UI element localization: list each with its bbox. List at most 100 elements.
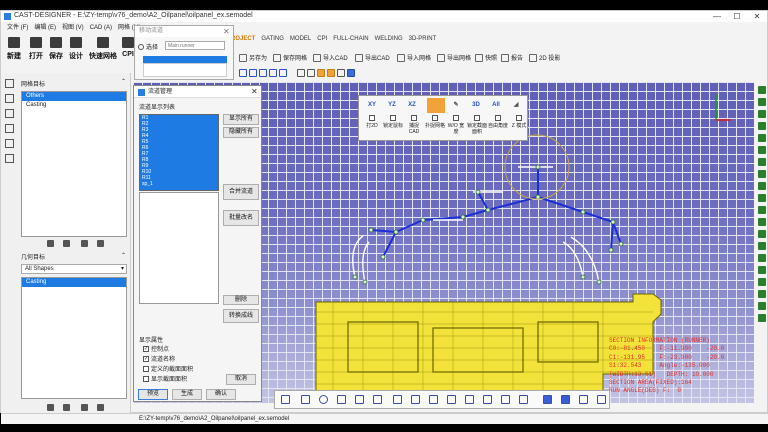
view-all-button[interactable]: All [487, 98, 505, 113]
tab-model[interactable]: MODEL [290, 36, 311, 42]
defined-area-checkbox[interactable]: 定义的截面面积 [143, 364, 193, 373]
move-point-icon[interactable] [393, 395, 402, 404]
tab-welding[interactable]: WELDING [375, 36, 403, 42]
layer-icon[interactable] [758, 122, 766, 130]
table-icon[interactable] [5, 109, 14, 118]
option-z-mode-checkbox[interactable] [516, 115, 522, 121]
runner-name-checkbox[interactable]: ✓ 流道名称 [143, 354, 175, 363]
save-as-button[interactable]: 另存为 [239, 53, 267, 63]
help-icon[interactable] [597, 395, 606, 404]
2d-projection-button[interactable]: 2D 投影 [529, 53, 560, 63]
tab-gating[interactable]: GATING [261, 36, 284, 42]
layer-icon[interactable] [758, 182, 766, 190]
curve-icon[interactable] [355, 395, 364, 404]
menu-file[interactable]: 文件 (F) [7, 23, 28, 33]
geo-copy-icon[interactable] [81, 404, 88, 411]
grid-icon[interactable] [5, 124, 14, 133]
option-snap-mesh-checkbox[interactable] [432, 115, 438, 121]
geometry-collapse-icon[interactable]: ⌃ [121, 252, 126, 259]
section-icon[interactable] [465, 395, 474, 404]
layer-icon[interactable] [758, 146, 766, 154]
load-runner-icon[interactable] [561, 395, 570, 404]
layer-icon[interactable] [758, 194, 766, 202]
runner-name-input[interactable] [165, 41, 225, 50]
confirm-button[interactable]: 确认 [206, 389, 236, 400]
save-mesh-button[interactable]: 保存网格 [273, 53, 307, 63]
zoom-active-icon[interactable] [316, 69, 325, 77]
select-radio[interactable]: 选择 [138, 42, 158, 51]
settings-runner-icon[interactable] [579, 395, 588, 404]
menu-edit[interactable]: 编辑 (E) [34, 23, 56, 33]
delete-button[interactable]: 删除 [223, 295, 259, 305]
preview-button[interactable]: 预览 [138, 389, 168, 400]
layer-icon[interactable] [758, 278, 766, 286]
merge-runners-button[interactable]: 合并流道 [223, 184, 259, 200]
list-item[interactable]: Casting [22, 101, 126, 110]
layer-icon[interactable] [758, 266, 766, 274]
mirror-icon[interactable] [447, 395, 456, 404]
control-points-checkbox[interactable]: ✓ 控制点 [143, 344, 169, 353]
hide-all-button[interactable]: 隐藏所有 [223, 127, 259, 138]
close-button[interactable]: ✕ [747, 11, 767, 22]
view-xy-button[interactable]: XY [363, 98, 381, 113]
show-all-button[interactable]: 显示所有 [223, 114, 259, 125]
view-side-icon[interactable] [249, 69, 257, 77]
snapshot-button[interactable]: 快照 [475, 53, 497, 63]
minimize-button[interactable]: — [707, 11, 727, 22]
layer-icon[interactable] [758, 302, 766, 310]
layer-icon[interactable] [758, 314, 766, 322]
view-rotate-icon[interactable] [269, 69, 277, 77]
shape-filter-select[interactable]: All Shapes ▾ [21, 264, 127, 274]
rotate-tool-icon[interactable]: ✎ [447, 98, 465, 113]
view-iso-icon[interactable] [259, 69, 267, 77]
branch-icon[interactable] [373, 395, 382, 404]
export-mesh-button[interactable]: 导出网格 [437, 53, 471, 63]
save-button[interactable]: 保存 [47, 37, 65, 61]
option-snap-cad-checkbox[interactable] [411, 115, 417, 121]
tab-3d-print[interactable]: 3D-PRINT [409, 36, 437, 42]
zoom-window-icon[interactable] [296, 69, 305, 77]
mesh-collapse-icon[interactable]: ⌃ [121, 78, 126, 85]
graph-icon[interactable] [5, 94, 14, 103]
circle-icon[interactable] [319, 395, 328, 404]
import-cad-button[interactable]: 导入CAD [313, 53, 348, 63]
view-xz-button[interactable]: XZ [403, 98, 421, 113]
view-3d-button[interactable]: 3D [467, 98, 485, 113]
layout-icon[interactable] [5, 139, 14, 148]
control-points[interactable] [352, 164, 624, 285]
batch-rename-button[interactable]: 批量改名 [223, 210, 259, 226]
layer-icon[interactable] [758, 254, 766, 262]
join-icon[interactable] [429, 395, 438, 404]
pick-mode-icon[interactable] [427, 98, 445, 113]
split-icon[interactable] [411, 395, 420, 404]
runner-list[interactable]: R1 R2 R3 R4 R5 R6 R7 R8 R9 R10 R11 sp_1 [139, 114, 219, 191]
runner-select-list[interactable] [143, 56, 227, 63]
layer-icon[interactable] [758, 134, 766, 142]
list-item[interactable]: Others [22, 92, 126, 101]
cancel-button[interactable]: 取消 [226, 374, 256, 385]
pan-active-icon[interactable] [326, 69, 335, 77]
layer-icon[interactable] [758, 290, 766, 298]
view-yz-button[interactable]: YZ [383, 98, 401, 113]
settings-icon[interactable] [5, 154, 14, 163]
menu-cad[interactable]: CAD (A) [90, 23, 112, 33]
layer-icon[interactable] [758, 170, 766, 178]
overflow-icon[interactable] [519, 395, 528, 404]
runner-select-list-body[interactable] [143, 63, 227, 77]
open-button[interactable]: 打开 [27, 37, 45, 61]
color-map-icon[interactable] [346, 69, 355, 77]
new-button[interactable]: 新建 [5, 37, 23, 61]
report-button[interactable]: 报告 [501, 53, 523, 63]
view-fit-icon[interactable] [279, 69, 287, 77]
option-lock-area-checkbox[interactable] [474, 115, 480, 121]
maximize-button[interactable]: ☐ [727, 11, 747, 22]
add-item-icon[interactable] [47, 240, 54, 247]
gate-icon[interactable] [501, 395, 510, 404]
geo-delete-icon[interactable] [97, 404, 104, 411]
geo-edit-icon[interactable] [63, 404, 70, 411]
tab-cpi[interactable]: CPI [317, 36, 327, 42]
layer-icon[interactable] [758, 158, 766, 166]
edit-item-icon[interactable] [63, 240, 70, 247]
measure-icon[interactable] [336, 69, 345, 77]
show-area-checkbox[interactable]: 显示截面面积 [143, 374, 187, 383]
